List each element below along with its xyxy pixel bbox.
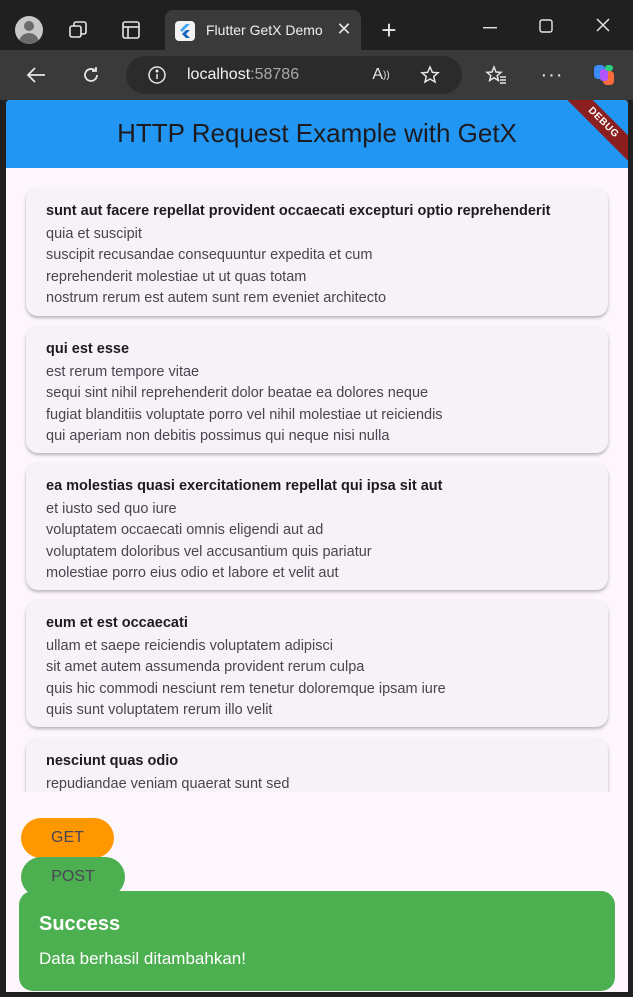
get-button[interactable]: GET xyxy=(21,818,114,858)
post-card[interactable]: qui est esse est rerum tempore vitae seq… xyxy=(26,326,608,453)
post-body-line: voluptatem occaecati omnis eligendi aut … xyxy=(46,522,324,539)
post-body-line: sit amet autem assumenda provident rerum… xyxy=(46,659,365,676)
post-title: qui est esse xyxy=(46,341,130,357)
profile-avatar[interactable] xyxy=(15,16,43,44)
post-title: nesciunt quas odio xyxy=(46,753,179,769)
new-tab-icon[interactable]: + xyxy=(377,15,401,45)
minimize-icon[interactable] xyxy=(478,16,502,40)
read-aloud-icon[interactable]: A)) xyxy=(370,64,392,86)
browser-toolbar: localhost:58786 A)) ··· xyxy=(0,50,633,100)
post-body-line: nostrum rerum est autem sunt rem eveniet… xyxy=(46,289,387,306)
posts-list[interactable]: sunt aut facere repellat provident occae… xyxy=(6,168,628,792)
post-card[interactable]: sunt aut facere repellat provident occae… xyxy=(26,188,608,316)
post-body-line: ullam et saepe reiciendis voluptatem adi… xyxy=(46,638,333,654)
post-body-line: reprehenderit molestiae ut ut quas totam xyxy=(46,268,307,285)
post-body-line: voluptatem doloribus vel accusantium qui… xyxy=(46,543,372,560)
post-body-line: suscipit recusandae consequuntur expedit… xyxy=(46,247,373,264)
refresh-icon[interactable] xyxy=(79,63,103,87)
snackbar-title: Success xyxy=(39,913,121,935)
post-card[interactable]: eum et est occaecati ullam et saepe reic… xyxy=(26,600,608,727)
post-body-line: qui aperiam non debitis possimus qui neq… xyxy=(46,427,390,444)
post-title: ea molestias quasi exercitationem repell… xyxy=(46,478,443,494)
close-tab-icon[interactable]: ✕ xyxy=(333,18,355,40)
favorite-star-icon[interactable] xyxy=(419,64,441,86)
post-body-line: et iusto sed quo iure xyxy=(46,501,177,517)
tab-actions-icon[interactable] xyxy=(119,18,143,42)
copilot-icon[interactable] xyxy=(590,61,618,89)
window-edge xyxy=(628,100,633,992)
post-body-line: repudiandae veniam quaerat sunt sed xyxy=(46,776,290,792)
tab-title: Flutter GetX Demo xyxy=(206,22,323,38)
post-card[interactable]: ea molestias quasi exercitationem repell… xyxy=(26,463,608,590)
post-body-line: fugiat blanditiis voluptate porro vel ni… xyxy=(46,406,443,423)
post-body-line: quia et suscipit xyxy=(46,226,142,242)
workspaces-icon[interactable] xyxy=(66,18,90,42)
more-options-icon[interactable]: ··· xyxy=(540,63,564,87)
address-bar[interactable]: localhost:58786 A)) xyxy=(126,56,462,94)
post-body-line: est rerum tempore vitae xyxy=(46,364,200,380)
post-body-line: sequi sint nihil reprehenderit dolor bea… xyxy=(46,385,429,402)
back-icon[interactable] xyxy=(24,63,48,87)
page-title: HTTP Request Example with GetX xyxy=(117,118,517,148)
post-body-line: quis sunt voluptatem rerum illo velit xyxy=(46,701,273,718)
post-body-line: quis hic commodi nesciunt rem tenetur do… xyxy=(46,680,446,697)
url-text: localhost:58786 xyxy=(187,66,300,83)
post-card[interactable]: nesciunt quas odio repudiandae veniam qu… xyxy=(26,738,608,792)
post-body-line: molestiae porro eius odio et labore et v… xyxy=(46,564,339,581)
post-title: sunt aut facere repellat provident occae… xyxy=(46,203,551,219)
post-title: eum et est occaecati xyxy=(46,615,188,631)
maximize-icon[interactable] xyxy=(534,14,558,38)
app-viewport: HTTP Request Example with GetX DEBUG sun… xyxy=(6,100,628,992)
flutter-icon xyxy=(175,21,195,41)
close-window-icon[interactable] xyxy=(591,13,615,37)
site-info-icon[interactable] xyxy=(146,64,168,86)
app-bar: HTTP Request Example with GetX DEBUG xyxy=(6,100,628,169)
snackbar-message: Data berhasil ditambahkan! xyxy=(39,949,246,968)
favorites-icon[interactable] xyxy=(484,63,508,87)
success-snackbar: Success Data berhasil ditambahkan! xyxy=(19,891,615,991)
